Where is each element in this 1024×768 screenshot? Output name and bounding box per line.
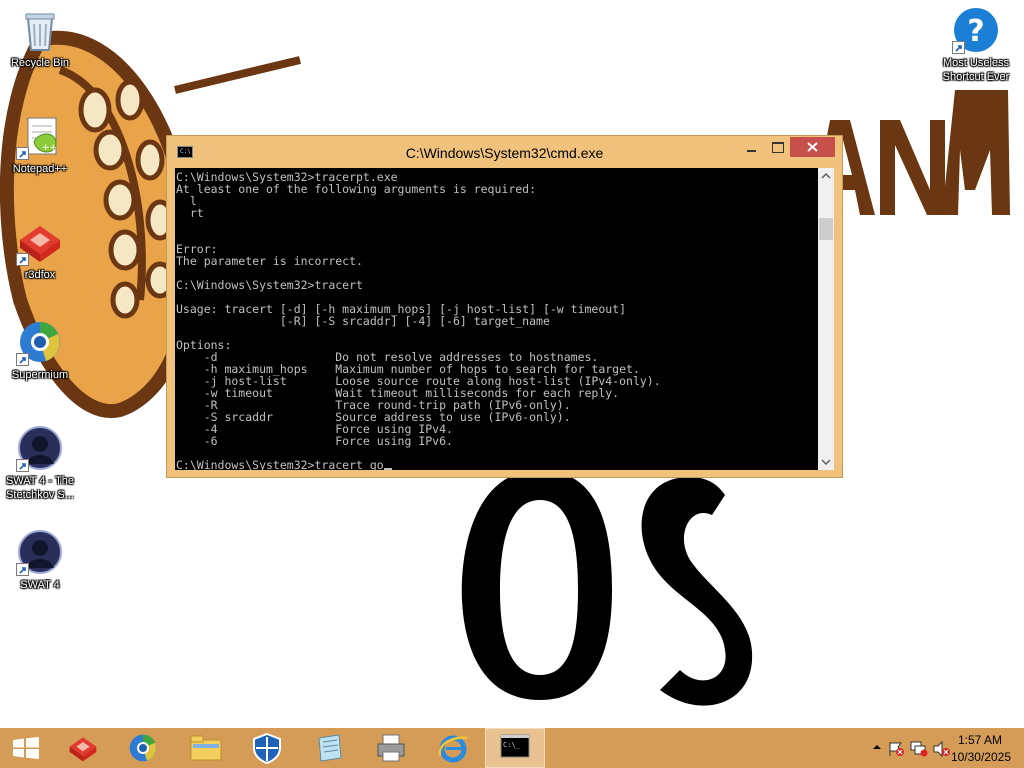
- swat4-stetchkov-icon: [16, 424, 64, 472]
- question-mark-icon: ?: [952, 6, 1000, 54]
- notepad-plus-plus-icon: ++: [16, 112, 64, 160]
- desktop-icon-label: Most Useless Shortcut Ever: [942, 57, 1010, 83]
- supermium-icon: [129, 734, 157, 762]
- network-icon[interactable]: [910, 741, 928, 757]
- taskbar-file-explorer[interactable]: [175, 728, 235, 768]
- window-titlebar[interactable]: C:\ C:\Windows\System32\cmd.exe: [167, 136, 842, 167]
- system-tray: 1:57 AM 10/30/2025: [844, 728, 1024, 768]
- shortcut-arrow-icon: [16, 147, 29, 160]
- close-icon: [807, 142, 818, 152]
- clock-date[interactable]: 10/30/2025: [951, 750, 1011, 764]
- desktop-icon-label: SWAT 4 - The Stetchkov S...: [5, 475, 75, 501]
- r3dfox-icon: [69, 737, 97, 762]
- desktop-icon-label: r3dfox: [24, 269, 56, 281]
- shortcut-arrow-icon: [16, 563, 29, 576]
- vertical-scrollbar[interactable]: [818, 168, 834, 470]
- chevron-up-icon: [821, 172, 831, 179]
- swat4-icon: [16, 528, 64, 576]
- supermium-icon: [16, 318, 64, 366]
- desktop-icon-swat4[interactable]: SWAT 4: [0, 528, 80, 592]
- shortcut-arrow-icon: [16, 253, 29, 266]
- desktop-icon-r3dfox[interactable]: r3dfox: [0, 218, 80, 282]
- taskbar-command-prompt[interactable]: C:\_: [485, 728, 545, 768]
- taskbar-notepad[interactable]: [299, 728, 359, 768]
- console-text: C:\Windows\System32>tracerpt.exe At leas…: [176, 170, 661, 470]
- desktop-icon-label: Supermium: [11, 369, 69, 381]
- shortcut-arrow-icon: [16, 353, 29, 366]
- wallpaper-os-text: [461, 470, 753, 706]
- text-cursor: [383, 468, 392, 470]
- svg-text:?: ?: [967, 14, 984, 49]
- desktop-icon-label: Notepad++: [12, 163, 68, 175]
- desktop-icon-label: Recycle Bin: [10, 57, 70, 69]
- scroll-down-button[interactable]: [818, 454, 834, 470]
- taskbar-internet-explorer[interactable]: [423, 728, 483, 768]
- scroll-up-button[interactable]: [818, 168, 834, 184]
- close-button[interactable]: [790, 137, 835, 157]
- chevron-up-icon[interactable]: [871, 741, 883, 753]
- windows-start-icon: [13, 737, 39, 759]
- console-output[interactable]: C:\Windows\System32>tracerpt.exe At leas…: [175, 168, 818, 470]
- action-center-flag-icon[interactable]: [887, 741, 905, 757]
- svg-text:C:\_: C:\_: [503, 741, 521, 749]
- maximize-button[interactable]: [764, 137, 790, 157]
- taskbar-supermium[interactable]: [113, 728, 173, 768]
- svg-text:++: ++: [42, 143, 57, 153]
- minimize-button[interactable]: [738, 137, 764, 157]
- command-prompt-icon: C:\_: [500, 734, 530, 758]
- taskbar-r3dfox[interactable]: [52, 728, 112, 768]
- shield-icon: [253, 732, 281, 764]
- chevron-down-icon: [821, 459, 831, 466]
- desktop-icon-label: SWAT 4: [20, 579, 60, 591]
- r3dfox-icon: [16, 218, 64, 266]
- file-explorer-icon: [190, 735, 222, 761]
- cmd-window[interactable]: C:\ C:\Windows\System32\cmd.exe C:\Windo…: [166, 135, 843, 478]
- printer-icon: [377, 734, 405, 762]
- desktop-icon-swat4-stetchkov[interactable]: SWAT 4 - The Stetchkov S...: [0, 424, 80, 502]
- notepad-icon: [318, 734, 342, 762]
- internet-explorer-icon: [438, 735, 468, 763]
- desktop-icon-notepad-plus-plus[interactable]: ++ Notepad++: [0, 112, 80, 176]
- desktop-icon-supermium[interactable]: Supermium: [0, 318, 80, 382]
- recycle-bin-icon: [16, 6, 64, 54]
- clock-time[interactable]: 1:57 AM: [958, 733, 1002, 747]
- scrollbar-thumb[interactable]: [819, 218, 833, 240]
- desktop-icon-most-useless-shortcut[interactable]: ? Most Useless Shortcut Ever: [936, 6, 1016, 84]
- desktop-icon-recycle-bin[interactable]: Recycle Bin: [0, 6, 80, 70]
- shortcut-arrow-icon: [952, 41, 965, 54]
- shortcut-arrow-icon: [16, 459, 29, 472]
- taskbar: C:\_ 1:57 AM 10/30/2025: [0, 728, 1024, 768]
- taskbar-printer[interactable]: [361, 728, 421, 768]
- volume-muted-icon[interactable]: [933, 741, 951, 757]
- start-button[interactable]: [0, 728, 60, 768]
- taskbar-security[interactable]: [237, 728, 297, 768]
